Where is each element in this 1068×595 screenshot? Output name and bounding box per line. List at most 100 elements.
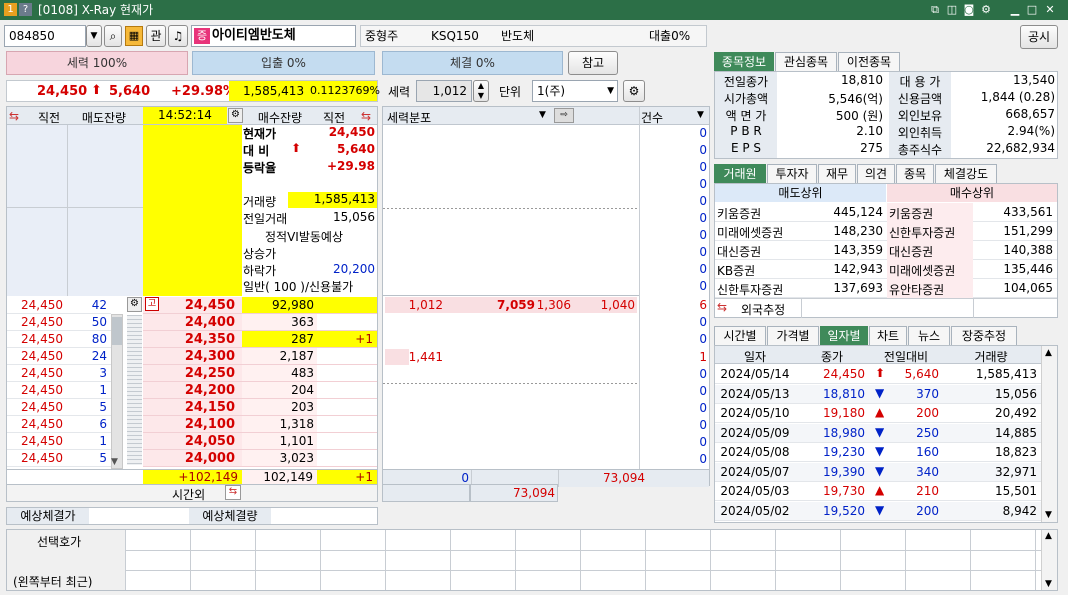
broker-tab-2[interactable]: 재무	[818, 164, 856, 183]
broker-tab-5[interactable]: 체결강도	[935, 164, 997, 183]
ob-total-plus: +1	[317, 470, 377, 485]
broker-buy-head: 매수상위	[887, 184, 1057, 202]
broker-tab-1[interactable]: 투자자	[767, 164, 817, 183]
info-prevvol-val: 15,056	[333, 210, 375, 224]
favorite-button[interactable]: 관	[146, 25, 166, 47]
ob-row-price[interactable]: 24,350	[157, 332, 235, 347]
hist-scroll-down-icon[interactable]: ▼	[1045, 510, 1052, 520]
settings-gear-icon[interactable]: ⚙	[979, 2, 993, 17]
swap-icon-right[interactable]: ⇆	[361, 109, 371, 123]
hist-scrollbar[interactable]: ▲ ▼	[1041, 346, 1057, 522]
broker-buy-name[interactable]: 키움증권	[889, 205, 933, 222]
count-dropdown-icon[interactable]: ▼	[697, 110, 704, 120]
info-tab-0[interactable]: 종목정보	[714, 52, 774, 71]
broker-sell-head: 매도상위	[715, 184, 886, 202]
notice-button[interactable]: 공시	[1020, 25, 1058, 49]
hist-tab-4[interactable]: 뉴스	[908, 326, 950, 345]
hist-volume: 14,885	[995, 425, 1037, 440]
hist-date: 2024/05/03	[720, 484, 790, 498]
power-spinner[interactable]: ▲ ▼	[473, 80, 489, 102]
ob-row-price[interactable]: 24,150	[157, 400, 235, 415]
stock-name-box[interactable]: 증 아이티엠반도체	[191, 25, 356, 47]
ob-row-price[interactable]: 24,300	[157, 349, 235, 364]
sel-scroll-down-icon[interactable]: ▼	[1045, 579, 1052, 589]
broker-buy-name[interactable]: 미래에셋증권	[889, 262, 955, 279]
info-tab-2[interactable]: 이전종목	[838, 52, 900, 71]
ob-row-price[interactable]: 24,400	[157, 315, 235, 330]
reference-button[interactable]: 참고	[568, 51, 618, 75]
pd-row1-a: 1,012	[408, 298, 443, 312]
broker-tab-4[interactable]: 종목	[896, 164, 934, 183]
broker-sell-name[interactable]: 대신증권	[717, 243, 761, 260]
hist-volume: 1,585,413	[975, 367, 1037, 381]
ob-depth-strip	[127, 315, 142, 465]
pd-row1-c: 1,306	[536, 298, 571, 312]
ob-scroll-thumb[interactable]	[112, 317, 122, 345]
info-vol-val: 1,585,413	[288, 192, 377, 208]
calendar-icon[interactable]: ▦	[125, 26, 143, 46]
ob-row-price[interactable]: 24,450	[157, 298, 235, 313]
chevron-down-icon: ▼	[607, 86, 614, 96]
code-dropdown-icon[interactable]: ▼	[86, 25, 102, 47]
hist-tab-2[interactable]: 일자별	[820, 326, 868, 345]
ob-row-price[interactable]: 24,000	[157, 451, 235, 466]
hist-tab-5[interactable]: 장중추정	[951, 326, 1017, 345]
info-tab-1[interactable]: 관심종목	[775, 52, 837, 71]
help-icon[interactable]: ?	[19, 3, 32, 16]
after-hours-swap-icon[interactable]: ⇆	[225, 485, 241, 500]
broker-tab-0[interactable]: 거래원	[714, 164, 766, 183]
ob-gear-icon[interactable]: ⚙	[228, 108, 243, 123]
ob-row-price[interactable]: 24,200	[157, 383, 235, 398]
hist-tab-0[interactable]: 시간별	[714, 326, 766, 345]
foreign-swap-icon[interactable]: ⇆	[717, 300, 727, 314]
power-dist-next-icon[interactable]: ⇨	[554, 108, 574, 123]
broker-tab-3[interactable]: 의견	[857, 164, 895, 183]
sel-scroll-up-icon[interactable]: ▲	[1045, 531, 1052, 541]
broker-sell-vol: 137,693	[833, 281, 883, 295]
hist-arrow-icon: ▲	[875, 405, 885, 419]
power-dist-dropdown-icon[interactable]: ▼	[539, 110, 546, 120]
broker-sell-name[interactable]: 키움증권	[717, 205, 761, 222]
broker-buy-name[interactable]: 신한투자증권	[889, 224, 955, 241]
ob-row-left-price: 24,450	[21, 451, 63, 465]
ob-row-left-price: 24,450	[21, 383, 63, 397]
pd-count-zero: 0	[699, 160, 707, 174]
info-left-key: P B R	[730, 124, 762, 138]
ob-row-price[interactable]: 24,250	[157, 366, 235, 381]
stock-market: KSQ150	[431, 29, 479, 43]
info-upper-label: 상승가	[243, 247, 277, 261]
broker-sell-vol: 445,124	[833, 205, 883, 219]
hist-diff: 200	[916, 406, 939, 420]
power-value-input[interactable]: 1,012	[416, 80, 472, 102]
row-gear-icon[interactable]: ⚙	[127, 297, 142, 312]
link-icon[interactable]: ⧉	[928, 2, 942, 17]
camera-icon[interactable]: ◙	[962, 2, 976, 17]
search-icon[interactable]: ⌕	[104, 25, 122, 47]
info-left-key: 전일종가	[723, 75, 769, 89]
broker-sell-name[interactable]: 미래에셋증권	[717, 224, 783, 241]
hist-arrow-icon: ⬆	[875, 366, 886, 380]
maximize-icon[interactable]: □	[1025, 2, 1039, 17]
selection-scrollbar[interactable]: ▲ ▼	[1041, 530, 1057, 590]
unit-select[interactable]: 1(주) ▼	[532, 80, 618, 102]
ob-row-buy-qty: 363	[291, 315, 314, 329]
gear-icon[interactable]: ⚙	[623, 80, 645, 102]
ob-row-price[interactable]: 24,050	[157, 434, 235, 449]
bell-icon[interactable]: ♫	[168, 25, 188, 47]
broker-sell-name[interactable]: 신한투자증권	[717, 281, 783, 298]
ob-row-price[interactable]: 24,100	[157, 417, 235, 432]
screenshot-icon[interactable]: ◫	[945, 2, 959, 17]
stock-code-input[interactable]: 084850	[4, 25, 86, 47]
close-icon[interactable]: ✕	[1043, 2, 1057, 17]
hist-date: 2024/05/07	[720, 464, 790, 479]
hist-scroll-up-icon[interactable]: ▲	[1045, 348, 1052, 358]
swap-icon[interactable]: ⇆	[9, 109, 19, 123]
hist-tab-1[interactable]: 가격별	[767, 326, 819, 345]
hist-tab-3[interactable]: 차트	[869, 326, 907, 345]
broker-sell-name[interactable]: KB증권	[717, 262, 755, 279]
ob-scroll-down-icon[interactable]: ▼	[111, 457, 118, 467]
minimize-icon[interactable]: ▁	[1008, 2, 1022, 17]
info-prevvol-label: 전일거래	[243, 212, 288, 226]
broker-buy-name[interactable]: 유안타증권	[889, 281, 944, 298]
broker-buy-name[interactable]: 대신증권	[889, 243, 933, 260]
